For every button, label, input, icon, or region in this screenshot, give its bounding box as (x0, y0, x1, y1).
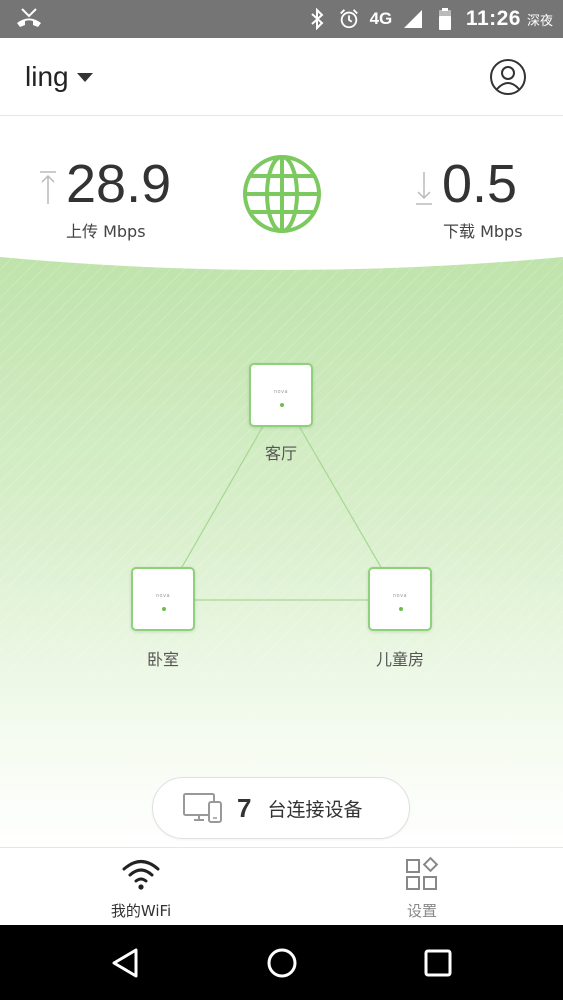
status-led (162, 607, 166, 611)
4g-icon: 4G (369, 9, 393, 28)
back-icon[interactable] (106, 943, 146, 983)
clock-period: 深夜 (526, 13, 553, 29)
node-label: 儿童房 (375, 650, 424, 669)
signal-icon (402, 8, 424, 30)
devices-icon (183, 792, 223, 824)
bottom-tab-bar: 我的WiFi 设置 (0, 847, 563, 925)
bluetooth-icon (306, 8, 328, 30)
tab-settings[interactable]: 设置 (352, 848, 492, 926)
speed-panel: 28.9 上传 Mbps 0.5 下载 Mbps (0, 117, 563, 267)
status-led (399, 607, 403, 611)
wifi-icon (121, 856, 161, 892)
node-label: 卧室 (146, 650, 179, 669)
node-brand: nova (273, 389, 289, 395)
status-bar: 4G 11:26 深夜 (0, 0, 563, 38)
mesh-node-living-room[interactable]: nova (249, 363, 313, 427)
mesh-node-kids-room[interactable]: nova (368, 567, 432, 631)
topology-background (0, 257, 563, 847)
node-brand: nova (392, 593, 408, 599)
devices-count: 7 (237, 792, 252, 823)
mesh-node-bedroom[interactable]: nova (131, 567, 195, 631)
node-label: 客厅 (264, 444, 297, 463)
tab-label: 我的WiFi (110, 902, 172, 920)
user-circle-icon[interactable] (489, 58, 527, 96)
upload-speed-label: 上传 Mbps (66, 222, 146, 241)
upload-arrow-icon (38, 170, 58, 206)
mesh-topology: nova 客厅 nova 卧室 nova 儿童房 7 台连接设备 (0, 255, 563, 847)
node-brand: nova (155, 593, 171, 599)
recent-apps-icon[interactable] (418, 943, 458, 983)
upload-speed-value: 28.9 (66, 154, 172, 214)
app-header: ling (0, 38, 563, 116)
tab-my-wifi[interactable]: 我的WiFi (71, 848, 211, 926)
home-icon[interactable] (262, 943, 302, 983)
clock-time: 11:26 (465, 7, 521, 30)
alarm-icon (338, 8, 360, 30)
status-led (280, 403, 284, 407)
grid-settings-icon (402, 856, 442, 892)
download-speed-value: 0.5 (442, 154, 518, 214)
battery-icon (434, 8, 456, 30)
devices-label: 台连接设备 (267, 798, 363, 821)
system-nav-bar (0, 925, 563, 1000)
download-arrow-icon (414, 170, 434, 206)
connected-devices-button[interactable]: 7 台连接设备 (152, 777, 410, 839)
tab-label: 设置 (406, 902, 437, 920)
network-selector[interactable]: ling (25, 60, 93, 94)
globe-icon[interactable] (241, 153, 323, 235)
missed-call-icon (14, 6, 44, 32)
network-name: ling (25, 61, 69, 92)
download-speed-label: 下载 Mbps (443, 222, 523, 241)
caret-down-icon (76, 72, 93, 82)
